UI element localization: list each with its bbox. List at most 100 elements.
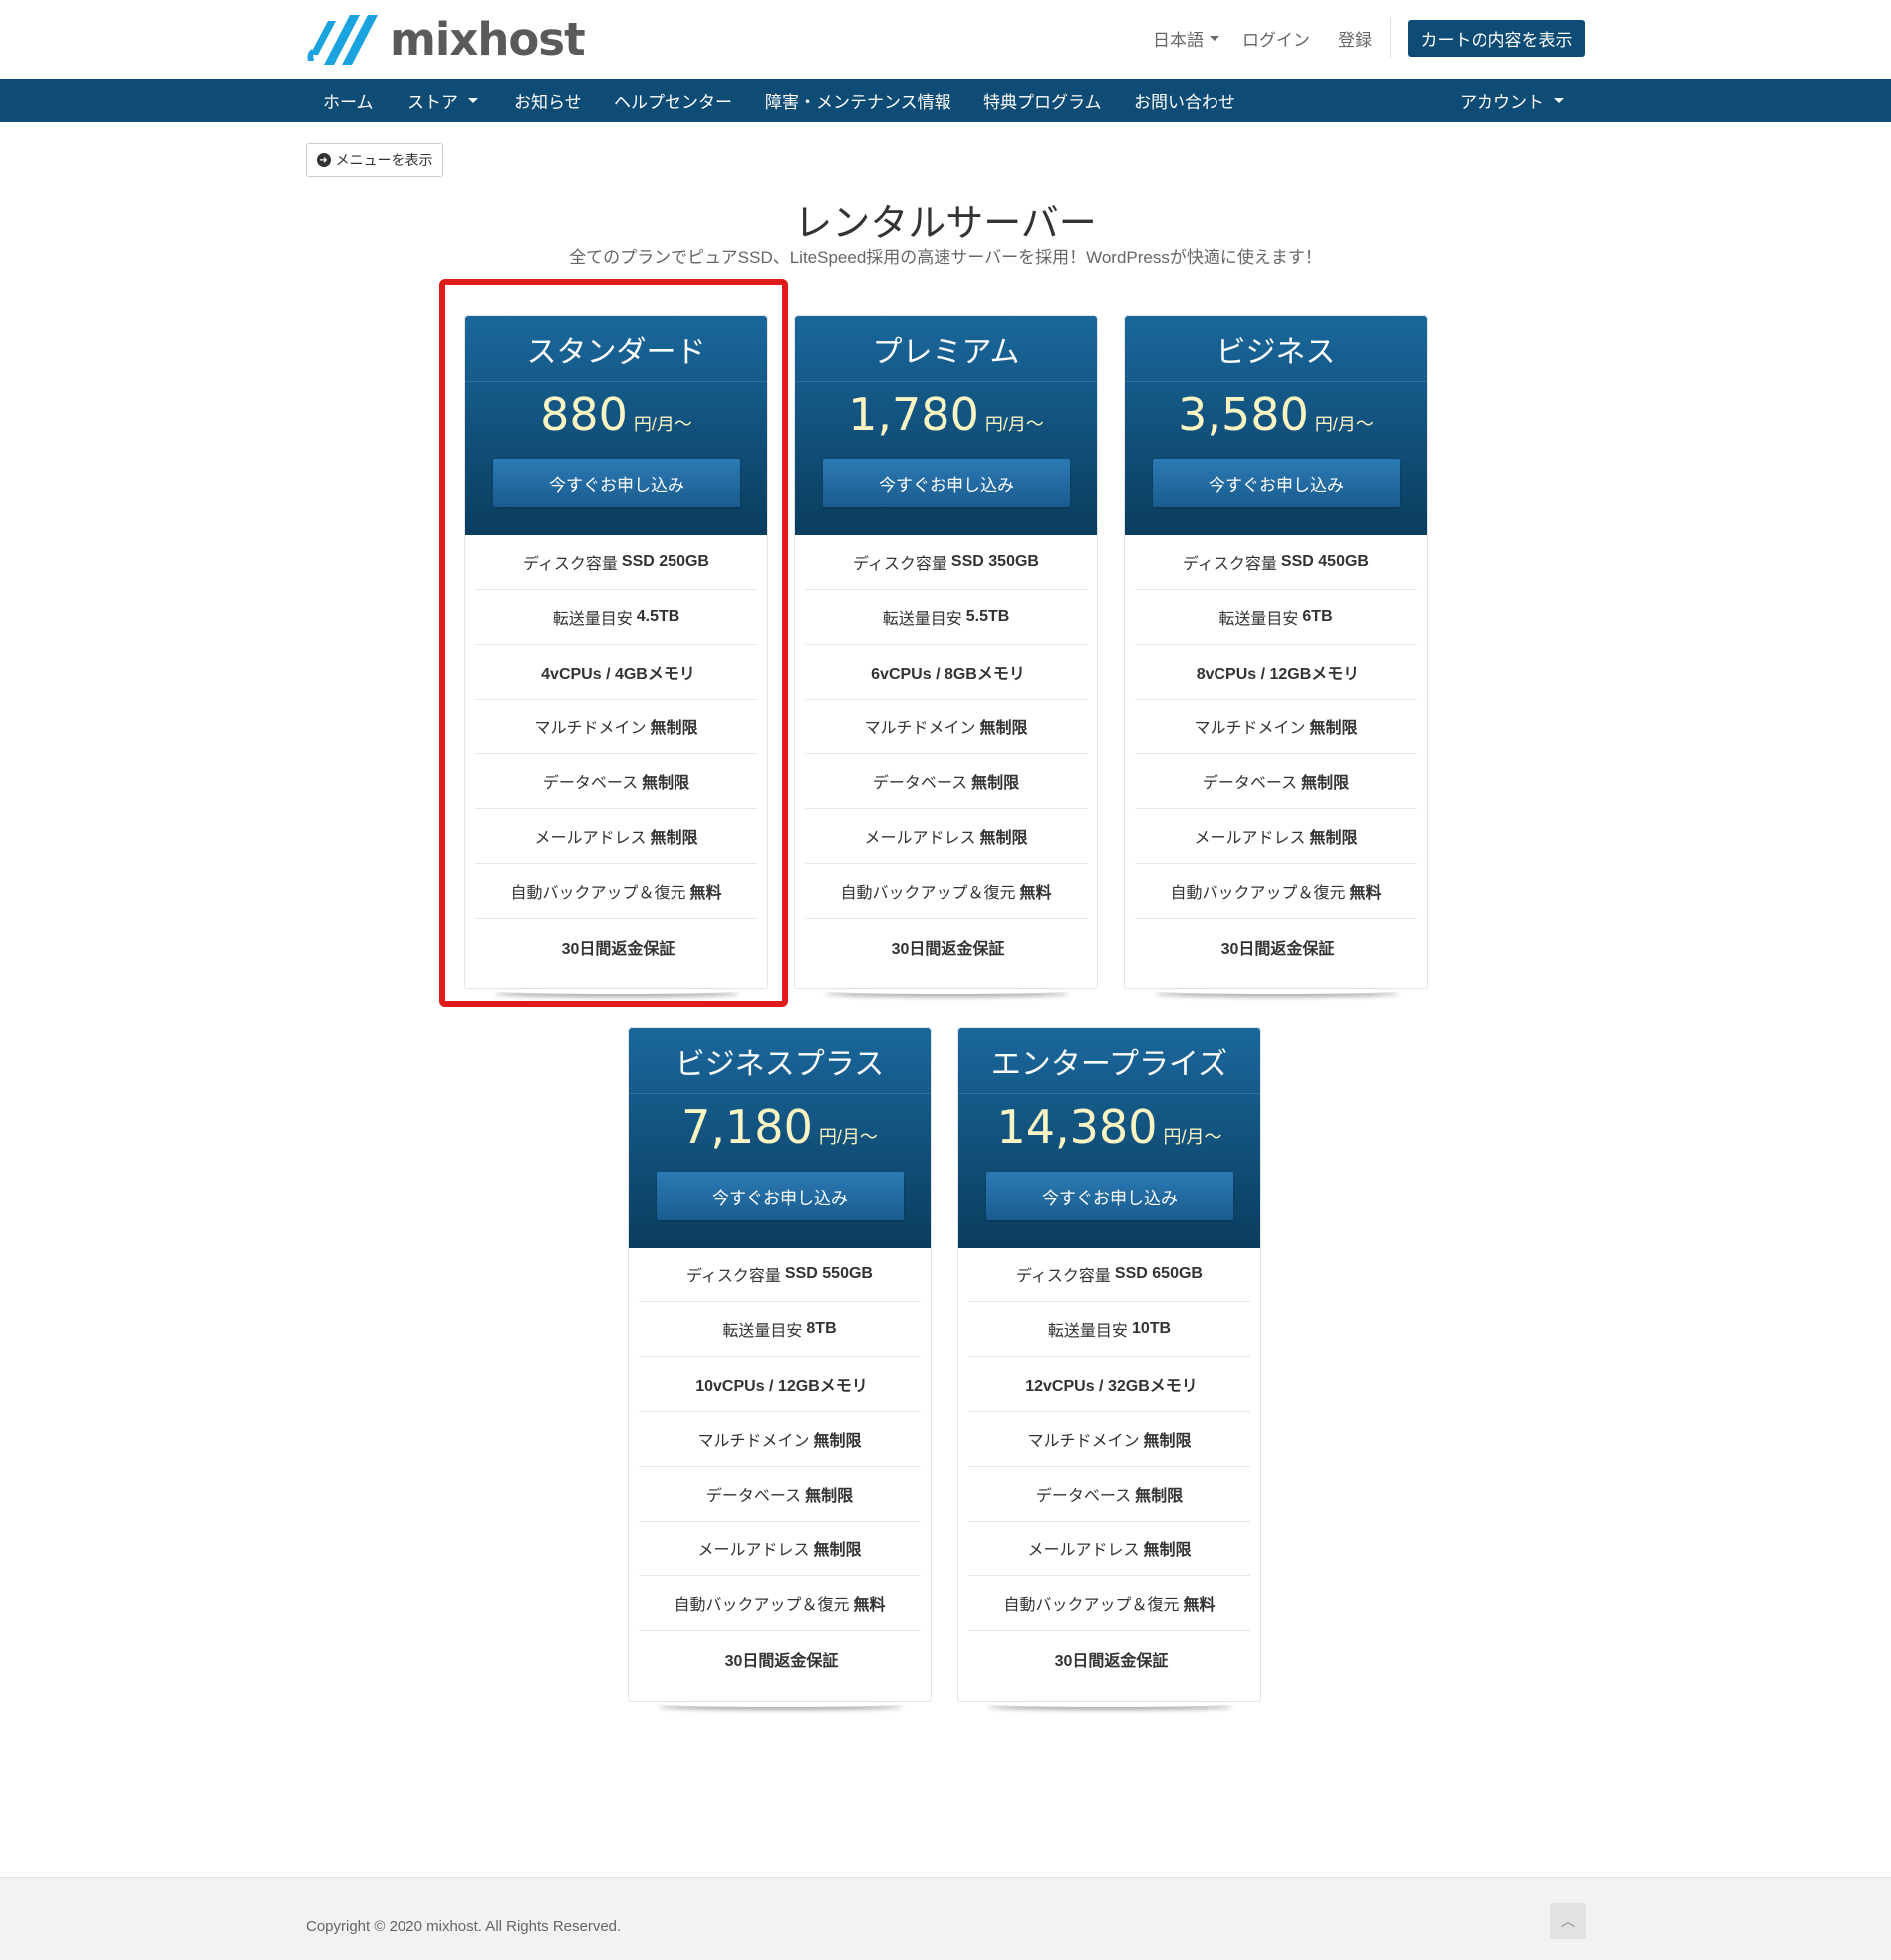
plan-feature: 転送量目安 8TB — [639, 1302, 921, 1357]
nav-help-center[interactable]: ヘルプセンター — [614, 79, 732, 122]
apply-now-button[interactable]: 今すぐお申し込み — [986, 1172, 1233, 1220]
feature-value: 無料 — [1349, 885, 1382, 902]
apply-now-button[interactable]: 今すぐお申し込み — [657, 1172, 904, 1220]
feature-label: 自動バックアップ＆復元 — [674, 1597, 850, 1614]
feature-value: 無制限 — [1135, 1488, 1184, 1505]
arrow-circle-right-icon: ➜ — [316, 153, 331, 167]
feature-label: メールアドレス — [864, 830, 976, 847]
feature-label: マルチドメイン — [534, 720, 647, 737]
feature-value: SSD 350GB — [950, 553, 1039, 570]
feature-value: 無制限 — [650, 720, 698, 737]
feature-value: 8vCPUs / 12GBメモリ — [1196, 666, 1360, 683]
plan-feature: マルチドメイン 無制限 — [639, 1412, 921, 1467]
nav-benefits[interactable]: 特典プログラム — [983, 79, 1102, 122]
price-unit: 円/月〜 — [1163, 1127, 1222, 1147]
feature-label: マルチドメイン — [1194, 720, 1306, 737]
feature-value: SSD 650GB — [1114, 1265, 1203, 1282]
feature-value: 10TB — [1131, 1320, 1172, 1337]
feature-value: SSD 250GB — [621, 553, 709, 570]
apply-now-button[interactable]: 今すぐお申し込み — [823, 459, 1070, 507]
feature-value: 30日間返金保証 — [891, 940, 1005, 958]
header-divider — [1390, 18, 1391, 58]
feature-value: 無料 — [853, 1597, 886, 1614]
price-amount: 880 — [540, 388, 628, 441]
plan-feature: ディスク容量 SSD 650GB — [968, 1248, 1250, 1302]
nav-account-label: アカウント — [1460, 93, 1544, 112]
card-shadow — [1155, 988, 1399, 994]
feature-label: データベース — [872, 775, 968, 792]
nav-contact[interactable]: お問い合わせ — [1134, 79, 1235, 122]
plan-feature: 30日間返金保証 — [639, 1631, 921, 1686]
plan-feature: 8vCPUs / 12GBメモリ — [1135, 645, 1417, 700]
card-shadow — [825, 988, 1069, 994]
feature-value: 6vCPUs / 8GBメモリ — [871, 666, 1025, 683]
login-link[interactable]: ログイン — [1242, 26, 1310, 51]
plan-header: スタンダード 880 円/月〜 今すぐお申し込み — [465, 316, 767, 535]
show-menu-label: メニューを表示 — [335, 152, 433, 168]
nav-account[interactable]: アカウント — [1460, 79, 1564, 122]
show-menu-button[interactable]: ➜ メニューを表示 — [306, 143, 443, 177]
feature-label: ディスク容量 — [1183, 556, 1277, 573]
feature-label: メールアドレス — [1027, 1542, 1140, 1559]
feature-value: 4vCPUs / 4GBメモリ — [541, 666, 695, 683]
nav-maintenance[interactable]: 障害・メンテナンス情報 — [765, 79, 951, 122]
nav-home[interactable]: ホーム — [323, 79, 374, 122]
feature-value: 無料 — [689, 885, 722, 902]
feature-label: ディスク容量 — [686, 1268, 781, 1285]
nav-store[interactable]: ストア — [407, 79, 478, 122]
feature-label: ディスク容量 — [1016, 1268, 1111, 1285]
card-shadow — [495, 988, 739, 994]
site-logo[interactable]: mixhost — [306, 8, 586, 70]
feature-value: 30日間返金保証 — [1054, 1652, 1169, 1670]
feature-label: 転送量目安 — [1218, 611, 1299, 628]
plan-feature: マルチドメイン 無制限 — [1135, 700, 1417, 754]
plan-price: 14,380 円/月〜 — [958, 1100, 1260, 1154]
chevron-down-icon — [1210, 35, 1219, 41]
plan-name: プレミアム — [795, 316, 1097, 382]
chevron-down-icon — [468, 98, 478, 103]
plan-feature: ディスク容量 SSD 450GB — [1135, 535, 1417, 590]
plan-header: プレミアム 1,780 円/月〜 今すぐお申し込み — [795, 316, 1097, 535]
apply-now-button[interactable]: 今すぐお申し込み — [1153, 459, 1400, 507]
plan-feature: 自動バックアップ＆復元 無料 — [475, 864, 757, 919]
plan-feature: 自動バックアップ＆復元 無料 — [1135, 864, 1417, 919]
plan-feature: 転送量目安 10TB — [968, 1302, 1250, 1357]
language-selector[interactable]: 日本語 — [1153, 20, 1219, 56]
plan-feature: メールアドレス 無制限 — [1135, 809, 1417, 864]
plan-feature-list: ディスク容量 SSD 650GB 転送量目安 10TB 12vCPUs / 32GBメモ… — [958, 1248, 1260, 1686]
feature-label: 自動バックアップ＆復元 — [510, 885, 686, 902]
main-navbar: ホーム ストア お知らせ ヘルプセンター 障害・メンテナンス情報 特典プログラム… — [0, 79, 1891, 122]
top-header: mixhost 日本語 ログイン 登録 カートの内容を表示 — [0, 0, 1891, 79]
feature-label: マルチドメイン — [1027, 1433, 1140, 1450]
feature-value: 無制限 — [1301, 775, 1350, 792]
feature-value: 無制限 — [813, 1433, 862, 1450]
feature-value: 無制限 — [1309, 720, 1358, 737]
plan-feature: 転送量目安 6TB — [1135, 590, 1417, 645]
feature-value: 無料 — [1183, 1597, 1216, 1614]
price-amount: 14,380 — [996, 1100, 1158, 1154]
plan-feature: 30日間返金保証 — [968, 1631, 1250, 1686]
plan-feature: 自動バックアップ＆復元 無料 — [805, 864, 1087, 919]
register-link[interactable]: 登録 — [1338, 26, 1372, 51]
plan-name: ビジネス — [1125, 316, 1427, 382]
plan-feature: データベース 無制限 — [805, 754, 1087, 809]
plan-feature-list: ディスク容量 SSD 550GB 転送量目安 8TB 10vCPUs / 12GBメモリ… — [629, 1248, 931, 1686]
plan-card: スタンダード 880 円/月〜 今すぐお申し込み ディスク容量 SSD 250GB 転… — [464, 315, 768, 989]
plan-price: 880 円/月〜 — [465, 388, 767, 441]
nav-news[interactable]: お知らせ — [514, 79, 582, 122]
feature-label: 転送量目安 — [552, 611, 633, 628]
back-to-top-button[interactable]: ︿ — [1550, 1903, 1586, 1939]
plan-feature-list: ディスク容量 SSD 350GB 転送量目安 5.5TB 6vCPUs / 8GBメモリ… — [795, 535, 1097, 974]
plan-feature: 自動バックアップ＆復元 無料 — [639, 1576, 921, 1631]
plan-feature: ディスク容量 SSD 550GB — [639, 1248, 921, 1302]
feature-label: マルチドメイン — [697, 1433, 810, 1450]
view-cart-button[interactable]: カートの内容を表示 — [1408, 20, 1585, 57]
plan-header: ビジネスプラス 7,180 円/月〜 今すぐお申し込み — [629, 1028, 931, 1248]
feature-value: 30日間返金保証 — [1220, 940, 1335, 958]
feature-value: SSD 550GB — [784, 1265, 873, 1282]
price-unit: 円/月〜 — [984, 415, 1044, 434]
feature-label: マルチドメイン — [864, 720, 976, 737]
apply-now-button[interactable]: 今すぐお申し込み — [493, 459, 740, 507]
plan-price: 3,580 円/月〜 — [1125, 388, 1427, 441]
plan-feature: 10vCPUs / 12GBメモリ — [639, 1357, 921, 1412]
